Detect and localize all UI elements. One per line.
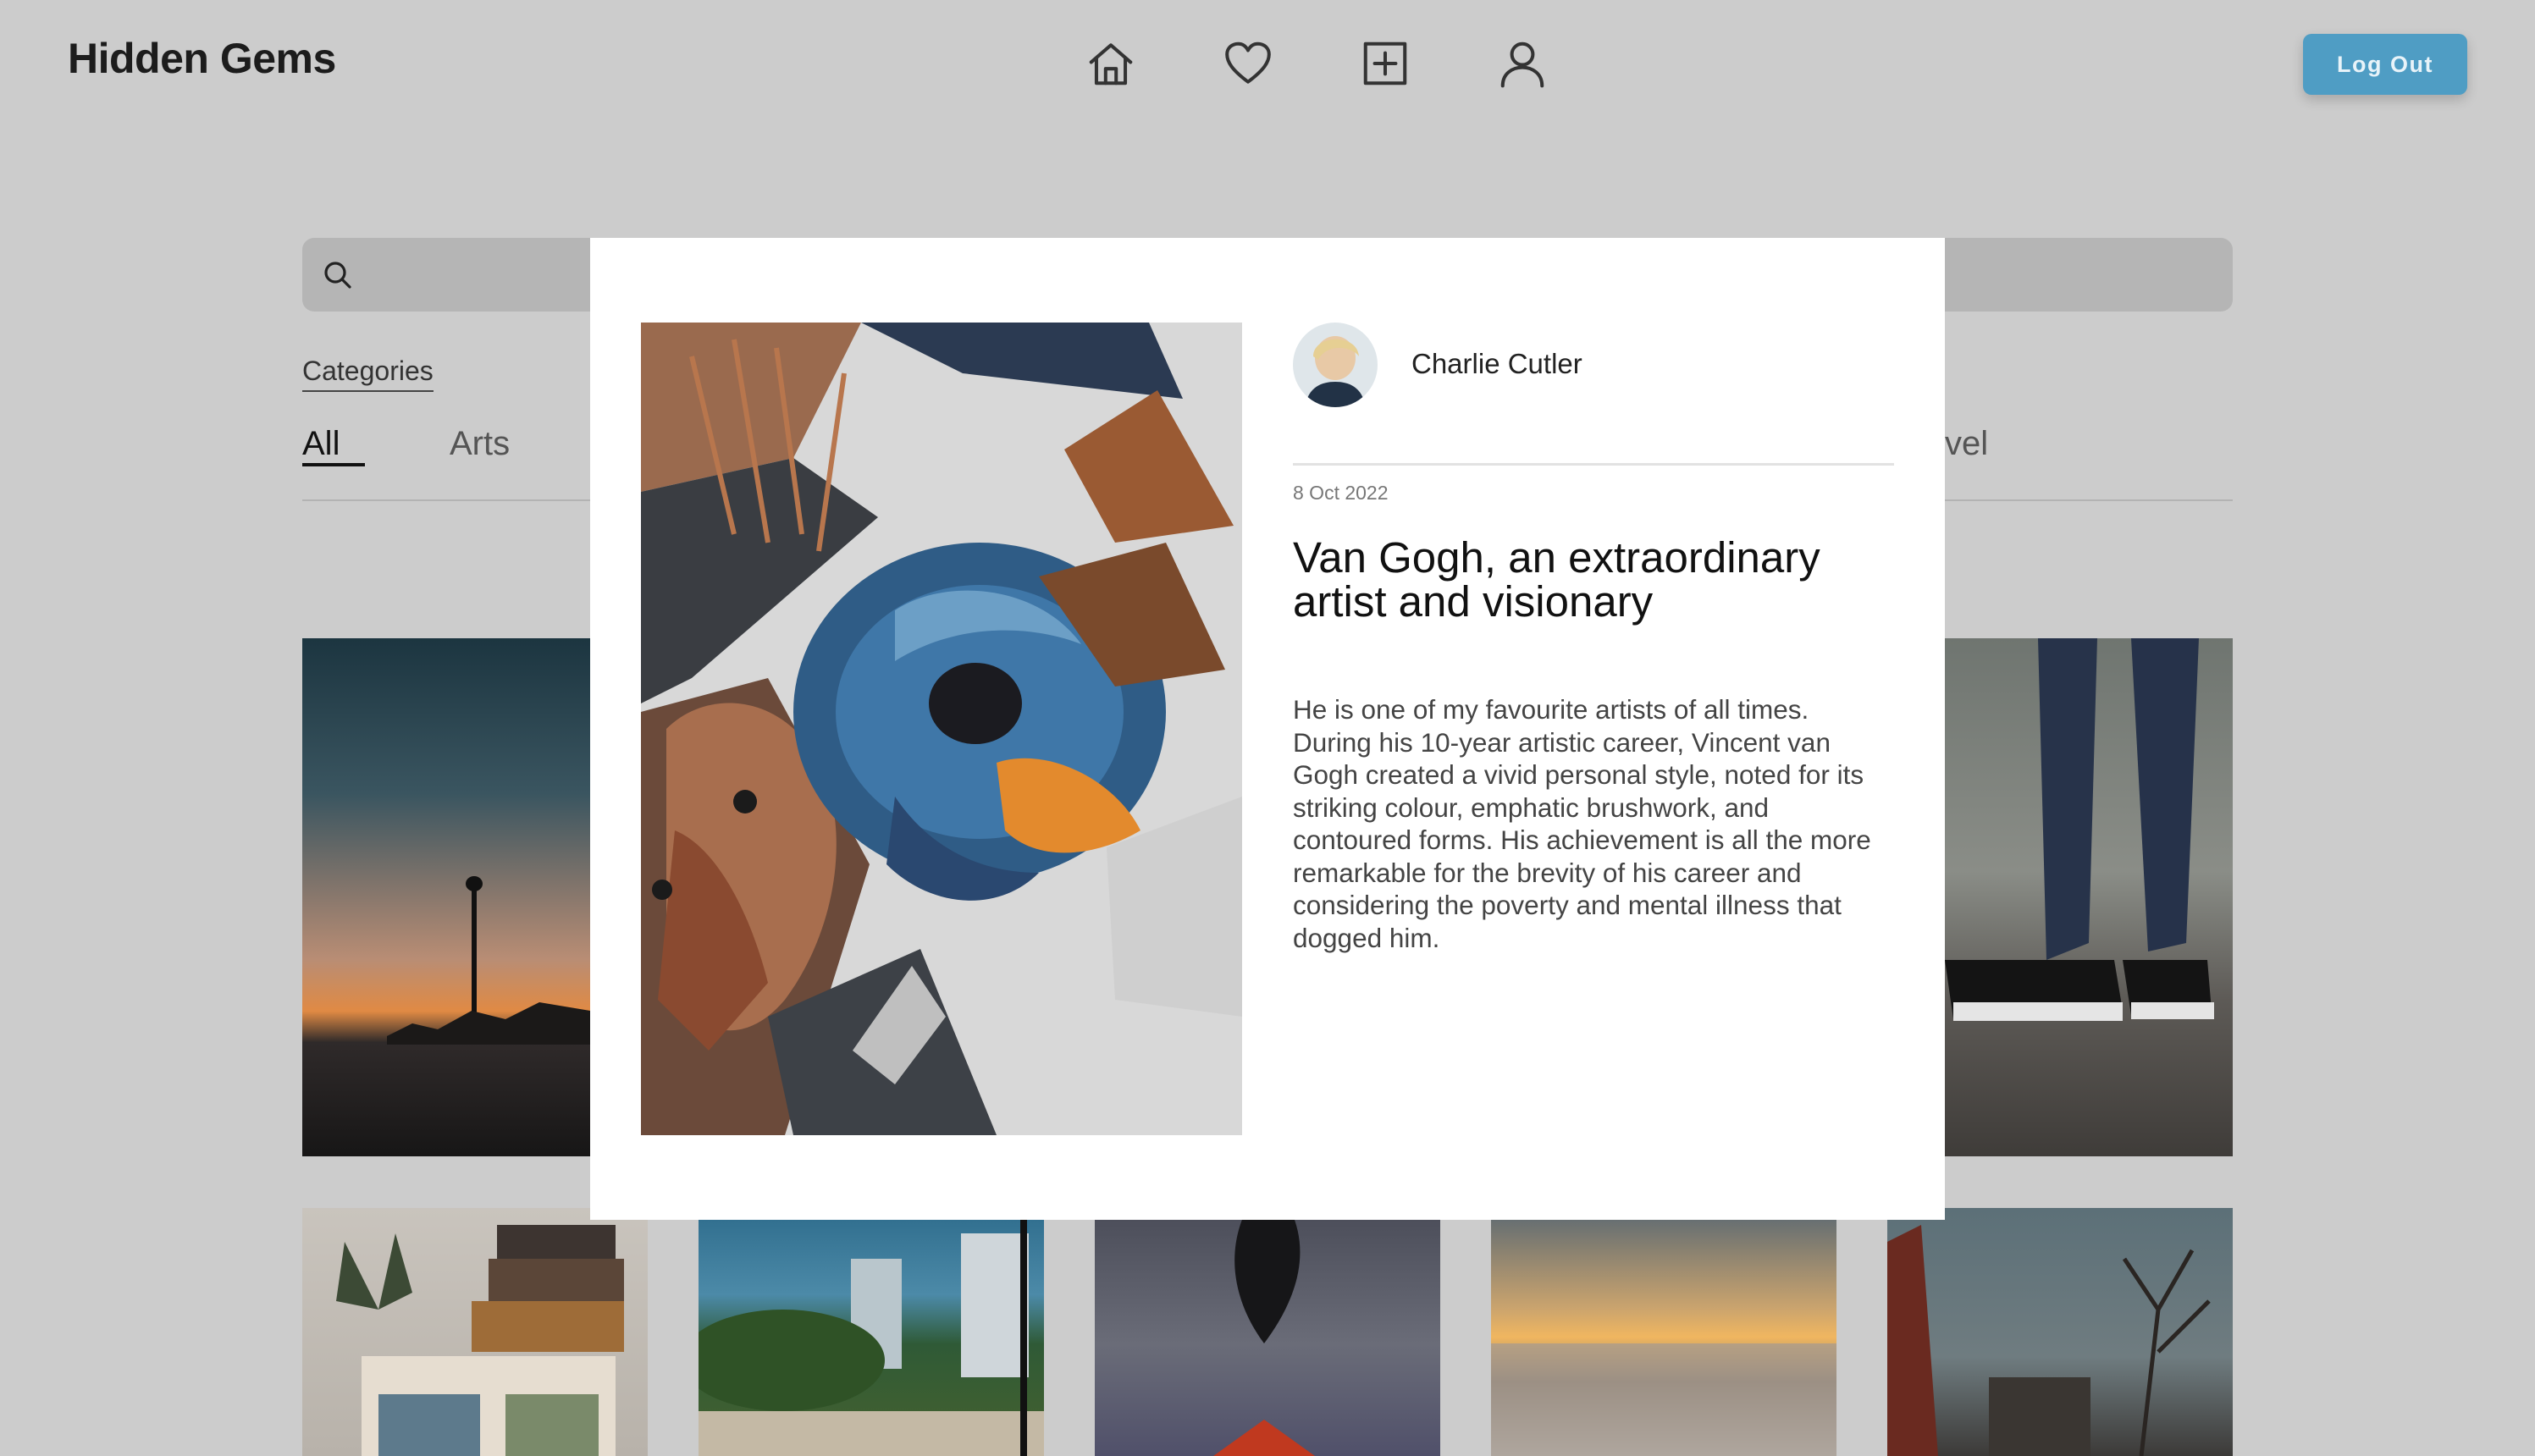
modal-divider	[1293, 463, 1894, 466]
post-image	[641, 323, 1242, 1135]
post-title: Van Gogh, an extraordinary artist and vi…	[1293, 533, 1820, 626]
author-avatar[interactable]	[1293, 323, 1378, 407]
author-name[interactable]: Charlie Cutler	[1411, 348, 1582, 380]
post-date: 8 Oct 2022	[1293, 482, 1389, 504]
post-body: He is one of my favourite artists of all…	[1293, 694, 1871, 953]
post-detail-modal: Charlie Cutler 8 Oct 2022 Van Gogh, an e…	[590, 238, 1945, 1220]
